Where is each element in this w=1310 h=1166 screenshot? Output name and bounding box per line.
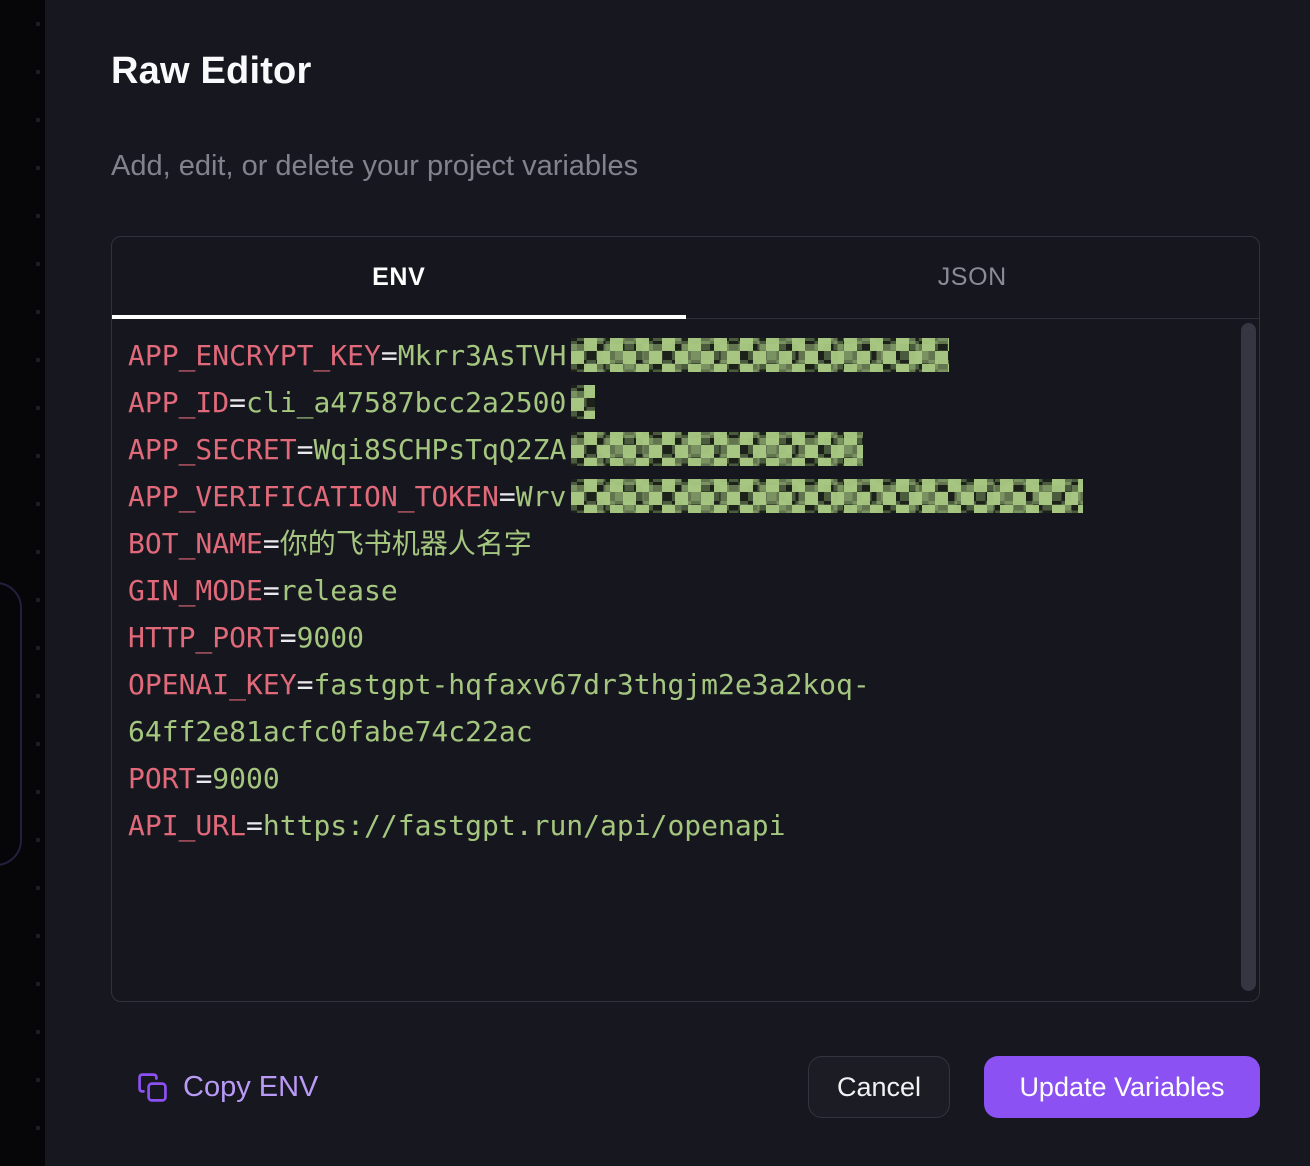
redacted-value-mosaic (571, 479, 1083, 513)
env-value: Wqi8SCHPsTqQ2ZA (313, 433, 566, 466)
env-key: GIN_MODE (128, 574, 263, 607)
redacted-value-mosaic (571, 385, 595, 419)
copy-env-label: Copy ENV (183, 1071, 318, 1104)
env-equals: = (499, 480, 516, 513)
env-line: OPENAI_KEY=fastgpt-hqfaxv67dr3thgjm2e3a2… (128, 661, 1243, 755)
env-equals: = (229, 386, 246, 419)
env-equals: = (263, 574, 280, 607)
env-code-editor[interactable]: APP_ENCRYPT_KEY=Mkrr3AsTVHAPP_ID=cli_a47… (112, 318, 1259, 1001)
env-line: BOT_NAME=你的飞书机器人名字 (128, 520, 1243, 567)
redacted-value-mosaic (571, 432, 863, 466)
page-title: Raw Editor (111, 50, 311, 93)
editor-scrollbar-thumb[interactable] (1241, 323, 1256, 991)
background-panel-outline (0, 582, 22, 866)
tab-env[interactable]: ENV (112, 237, 686, 318)
env-key: HTTP_PORT (128, 621, 280, 654)
env-key: APP_ID (128, 386, 229, 419)
raw-editor-modal: Raw Editor Add, edit, or delete your pro… (45, 0, 1310, 1166)
env-value: 9000 (297, 621, 364, 654)
env-value: cli_a47587bcc2a2500 (246, 386, 566, 419)
env-equals: = (297, 433, 314, 466)
env-value: release (280, 574, 398, 607)
env-key: APP_ENCRYPT_KEY (128, 339, 381, 372)
env-line: APP_VERIFICATION_TOKEN=Wrv (128, 473, 1243, 520)
env-value: 9000 (212, 762, 279, 795)
tab-env-label: ENV (372, 263, 425, 292)
env-key: APP_SECRET (128, 433, 297, 466)
env-line: API_URL=https://fastgpt.run/api/openapi (128, 802, 1243, 849)
env-value: Mkrr3AsTVH (398, 339, 567, 372)
redacted-value-mosaic (571, 338, 949, 372)
env-line: APP_ID=cli_a47587bcc2a2500 (128, 379, 1243, 426)
env-key: OPENAI_KEY (128, 668, 297, 701)
env-equals: = (381, 339, 398, 372)
env-value: Wrv (516, 480, 567, 513)
copy-icon (137, 1072, 168, 1103)
env-value: https://fastgpt.run/api/openapi (263, 809, 786, 842)
tab-json[interactable]: JSON (686, 237, 1260, 318)
editor-tab-bar: ENV JSON (112, 237, 1259, 319)
update-variables-button[interactable]: Update Variables (984, 1056, 1260, 1118)
env-equals: = (280, 621, 297, 654)
cancel-button[interactable]: Cancel (808, 1056, 950, 1118)
env-key: BOT_NAME (128, 527, 263, 560)
env-line: APP_SECRET=Wqi8SCHPsTqQ2ZA (128, 426, 1243, 473)
modal-subtitle: Add, edit, or delete your project variab… (111, 150, 638, 183)
env-key: APP_VERIFICATION_TOKEN (128, 480, 499, 513)
page-background: Raw Editor Add, edit, or delete your pro… (0, 0, 1310, 1166)
env-equals: = (297, 668, 314, 701)
env-equals: = (246, 809, 263, 842)
env-equals: = (263, 527, 280, 560)
env-key: PORT (128, 762, 195, 795)
env-line: APP_ENCRYPT_KEY=Mkrr3AsTVH (128, 332, 1243, 379)
background-page-strip (0, 0, 45, 1166)
env-line: HTTP_PORT=9000 (128, 614, 1243, 661)
env-line: GIN_MODE=release (128, 567, 1243, 614)
env-line: PORT=9000 (128, 755, 1243, 802)
env-equals: = (195, 762, 212, 795)
variables-editor-panel: ENV JSON APP_ENCRYPT_KEY=Mkrr3AsTVHAPP_I… (111, 236, 1260, 1002)
env-value: 你的飞书机器人名字 (280, 527, 532, 560)
copy-env-button[interactable]: Copy ENV (129, 1056, 326, 1118)
env-key: API_URL (128, 809, 246, 842)
tab-json-label: JSON (938, 263, 1007, 292)
